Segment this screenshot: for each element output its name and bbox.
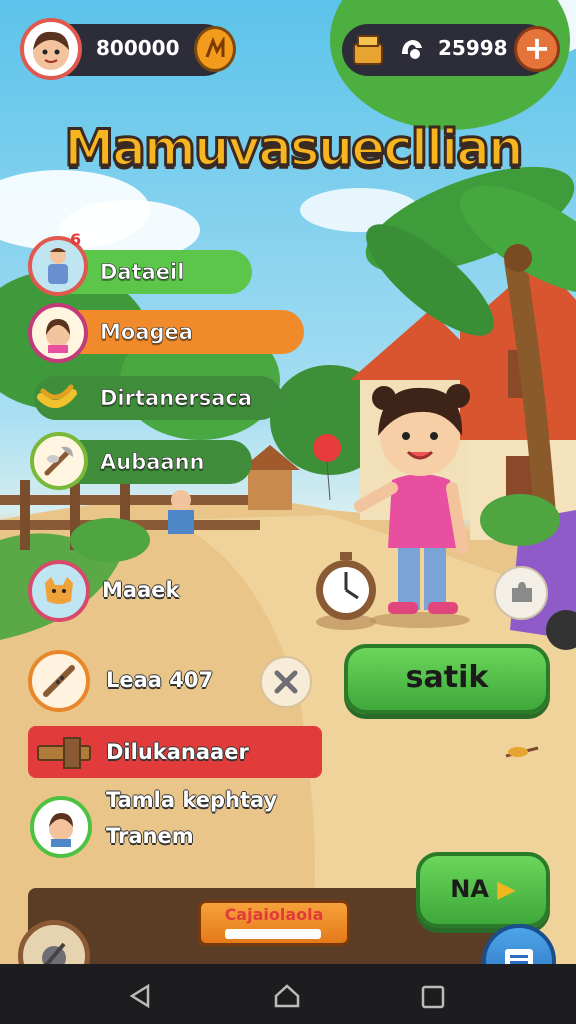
player-avatar[interactable] bbox=[20, 18, 82, 80]
next-button[interactable]: NA ▶ bbox=[416, 852, 550, 928]
game-title: Mamuvasuecllian bbox=[63, 118, 525, 179]
reward-progress-bar bbox=[225, 929, 321, 939]
notification-badge: 6 bbox=[70, 230, 82, 249]
gem-icon bbox=[396, 34, 426, 64]
back-icon[interactable] bbox=[126, 982, 154, 1010]
menu-item-label: Dataeil bbox=[100, 260, 185, 285]
coin-icon bbox=[194, 26, 236, 72]
menu-item-label: Moagea bbox=[100, 320, 194, 345]
reward-banner[interactable]: Cajaiolaola bbox=[198, 900, 350, 946]
cat-icon[interactable] bbox=[28, 560, 90, 622]
recents-icon[interactable] bbox=[420, 984, 446, 1010]
tamla-label-line1: Tamla kephtay bbox=[106, 788, 278, 812]
arrow-right-icon: ▶ bbox=[497, 875, 516, 903]
next-label: NA bbox=[450, 875, 489, 903]
boy-avatar-icon bbox=[33, 31, 69, 70]
tools-icon bbox=[30, 432, 88, 490]
game-scene: 800000 25998 + Mamuvasuecllian Dataeil 6… bbox=[0, 0, 576, 1024]
reward-banner-label: Cajaiolaola bbox=[224, 905, 324, 924]
bananas-icon bbox=[34, 376, 80, 420]
leaa-label: Leaa 407 bbox=[106, 668, 214, 692]
start-button[interactable]: satik bbox=[344, 644, 550, 714]
flute-icon[interactable] bbox=[28, 650, 90, 712]
gems-value: 25998 bbox=[438, 36, 508, 60]
add-currency-button[interactable]: + bbox=[514, 26, 560, 72]
close-icon[interactable] bbox=[260, 656, 312, 708]
girl-avatar-icon bbox=[28, 303, 88, 363]
tamla-label-line2: Tranem bbox=[106, 824, 194, 848]
puzzle-icon[interactable] bbox=[494, 566, 548, 620]
system-nav-bar bbox=[0, 964, 576, 1024]
hammer-icon bbox=[34, 732, 94, 772]
coins-value: 800000 bbox=[96, 36, 180, 60]
menu-item-label: Dirtanersaca bbox=[100, 386, 253, 411]
menu-item-label: Aubaann bbox=[100, 450, 205, 475]
dilukanaaer-label: Dilukanaaer bbox=[106, 740, 249, 764]
boy-avatar-icon[interactable] bbox=[30, 796, 92, 858]
treasure-chest-icon bbox=[348, 30, 388, 70]
maaek-label: Maaek bbox=[102, 578, 180, 602]
home-icon[interactable] bbox=[272, 982, 302, 1010]
